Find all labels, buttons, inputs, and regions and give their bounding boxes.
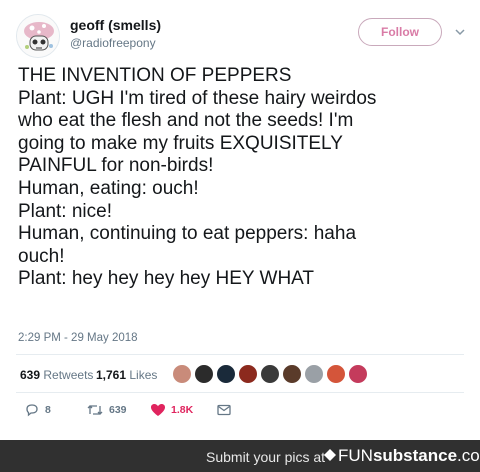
liker-avatar-9[interactable] bbox=[348, 364, 368, 384]
liker-avatar-3[interactable] bbox=[216, 364, 236, 384]
tweet-timestamp[interactable]: 2:29 PM - 29 May 2018 bbox=[18, 332, 138, 344]
brand-regular: FUN bbox=[338, 446, 373, 465]
tweet-text: THE INVENTION OF PEPPERS Plant: UGH I'm … bbox=[18, 65, 464, 291]
tweet-line: Plant: hey hey hey hey HEY WHAT bbox=[18, 268, 315, 290]
brand-bold: substance bbox=[372, 446, 458, 465]
tweet-header: geoff (smells) @radiofreepony Follow bbox=[16, 14, 466, 58]
tweet-line: going to make my fruits EXQUISITELY bbox=[18, 132, 343, 154]
divider bbox=[16, 392, 464, 393]
liker-avatar-1[interactable] bbox=[172, 364, 192, 384]
avatar[interactable] bbox=[16, 14, 60, 58]
skull-mushroom-avatar-icon bbox=[17, 15, 59, 57]
retweets-stat[interactable]: 639 Retweets bbox=[20, 368, 93, 382]
heart-icon bbox=[151, 404, 165, 416]
retweet-count: 639 bbox=[109, 404, 127, 416]
retweet-icon bbox=[87, 405, 103, 415]
funsubstance-logo-icon bbox=[324, 449, 336, 461]
tweet-line: PAINFUL for non-birds! bbox=[18, 155, 214, 177]
tweet-line: ouch! bbox=[18, 245, 65, 267]
chevron-down-icon[interactable] bbox=[454, 26, 466, 38]
tweet-line: Human, eating: ouch! bbox=[18, 177, 199, 199]
tweet-line: THE INVENTION OF PEPPERS bbox=[18, 65, 292, 86]
tweet-actions: 8 639 1.8K bbox=[20, 398, 460, 422]
tweet-line: Plant: UGH I'm tired of these hairy weir… bbox=[18, 87, 377, 109]
brand-suffix: .com bbox=[457, 446, 480, 465]
tweet-line: Plant: nice! bbox=[18, 200, 112, 222]
retweets-count: 639 bbox=[20, 368, 41, 382]
footer-brand[interactable]: FUNsubstance.com bbox=[338, 446, 480, 466]
follow-button[interactable]: Follow bbox=[358, 18, 442, 46]
liker-avatars bbox=[172, 362, 462, 386]
like-button[interactable]: 1.8K bbox=[150, 402, 193, 418]
like-count: 1.8K bbox=[171, 404, 194, 416]
retweet-button[interactable]: 639 bbox=[86, 402, 127, 418]
tweet-line: who eat the flesh and not the seeds! I'm bbox=[18, 110, 354, 132]
liker-avatar-5[interactable] bbox=[260, 364, 280, 384]
envelope-icon bbox=[217, 404, 231, 416]
divider bbox=[16, 354, 464, 355]
watermark-footer: Submit your pics at FUNsubstance.com bbox=[0, 440, 480, 472]
reply-icon bbox=[26, 404, 38, 417]
display-name[interactable]: geoff (smells) bbox=[70, 17, 161, 33]
liker-avatar-8[interactable] bbox=[326, 364, 346, 384]
tweet-line: Human, continuing to eat peppers: haha bbox=[18, 223, 357, 245]
footer-text: Submit your pics at bbox=[206, 449, 326, 465]
user-handle[interactable]: @radiofreepony bbox=[70, 36, 156, 50]
likes-stat[interactable]: 1,761 Likes bbox=[96, 368, 157, 382]
direct-message-button[interactable] bbox=[216, 402, 232, 418]
reply-button[interactable]: 8 bbox=[24, 402, 51, 418]
liker-avatar-7[interactable] bbox=[304, 364, 324, 384]
engagement-stats: 639 Retweets 1,761 Likes bbox=[20, 362, 460, 386]
liker-avatar-2[interactable] bbox=[194, 364, 214, 384]
retweets-label: Retweets bbox=[43, 368, 94, 382]
liker-avatar-6[interactable] bbox=[282, 364, 302, 384]
likes-count: 1,761 bbox=[96, 368, 127, 382]
tweet-card: geoff (smells) @radiofreepony Follow THE… bbox=[0, 0, 480, 440]
liker-avatar-4[interactable] bbox=[238, 364, 258, 384]
likes-label: Likes bbox=[129, 368, 158, 382]
reply-count: 8 bbox=[45, 404, 51, 416]
